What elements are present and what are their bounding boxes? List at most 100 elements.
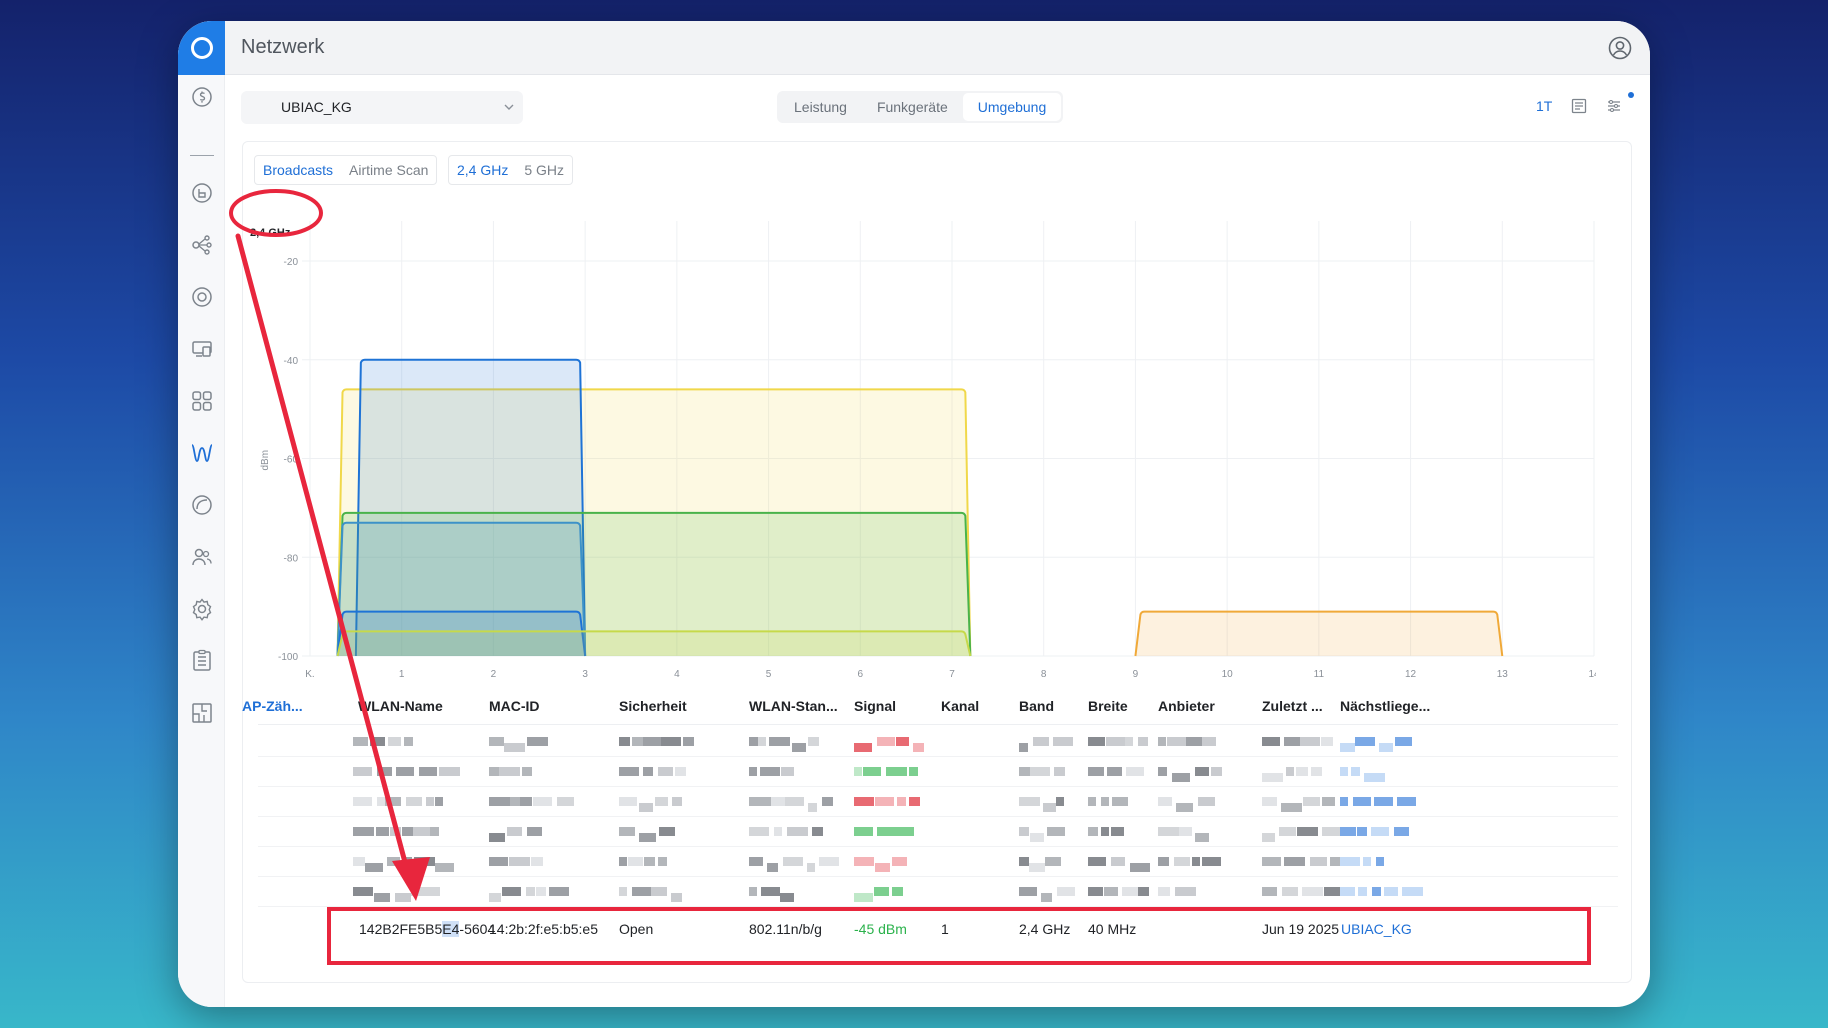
pixelated-cell xyxy=(395,893,411,902)
apps-grid-icon[interactable] xyxy=(190,389,214,413)
col-vendor[interactable]: Anbieter xyxy=(1158,698,1215,714)
pixelated-cell xyxy=(365,863,383,872)
pixelated-cell xyxy=(353,737,368,746)
pixelated-cell xyxy=(1186,887,1196,896)
cell-nearest-ap-link[interactable]: UBIAC_KG xyxy=(1341,921,1412,937)
pixelated-cell xyxy=(1310,857,1327,866)
pixelated-cell xyxy=(387,857,400,866)
pixelated-cell xyxy=(886,767,907,776)
pixelated-cell xyxy=(1355,737,1375,746)
chart-title: 2,4 GHz xyxy=(250,227,291,239)
pixelated-cell xyxy=(1297,827,1318,836)
pixelated-cell xyxy=(402,857,412,866)
table-row[interactable] xyxy=(258,787,1618,817)
x-tick-label: 1 xyxy=(399,669,405,680)
tab-broadcasts[interactable]: Broadcasts xyxy=(255,156,341,184)
tab-airtime-scan[interactable]: Airtime Scan xyxy=(341,156,436,184)
x-tick-label: K. xyxy=(305,669,314,680)
pixelated-cell xyxy=(1019,887,1037,896)
y-tick-label: -20 xyxy=(284,257,299,268)
col-wlan-standard[interactable]: WLAN-Stan... xyxy=(749,698,838,714)
cell-wlan-name[interactable]: 142B2FE5B5E4-5604 xyxy=(359,921,495,937)
pixelated-cell xyxy=(1054,767,1065,776)
col-ap-count[interactable]: AP-Zäh... xyxy=(242,698,303,714)
table-row[interactable] xyxy=(258,817,1618,847)
tab-2-4-ghz[interactable]: 2,4 GHz xyxy=(449,156,516,184)
floorplan-icon[interactable] xyxy=(190,701,214,725)
pixelated-cell xyxy=(1198,797,1215,806)
topology-icon[interactable] xyxy=(190,181,214,205)
pixelated-cell xyxy=(1158,767,1167,776)
tab-5-ghz[interactable]: 5 GHz xyxy=(516,156,572,184)
insights-icon[interactable] xyxy=(190,493,214,517)
pixelated-cell xyxy=(489,767,499,776)
table-row[interactable] xyxy=(258,757,1618,787)
col-band[interactable]: Band xyxy=(1019,698,1054,714)
pixelated-cell xyxy=(619,827,635,836)
pixelated-cell xyxy=(1047,827,1065,836)
pixelated-cell xyxy=(1045,857,1061,866)
col-width[interactable]: Breite xyxy=(1088,698,1128,714)
col-mac-id[interactable]: MAC-ID xyxy=(489,698,540,714)
radio-manager-icon[interactable] xyxy=(190,441,214,465)
pixelated-cell xyxy=(771,797,785,806)
pixelated-cell xyxy=(812,827,823,836)
pixelated-cell xyxy=(419,767,437,776)
table-row-highlighted[interactable]: 142B2FE5B5E4-5604 14:2b:2f:e5:b5:e5 Open… xyxy=(258,909,1618,949)
pixelated-cell xyxy=(1281,803,1302,812)
pixelated-cell xyxy=(522,767,532,776)
wifi-icon[interactable] xyxy=(190,285,214,309)
col-channel[interactable]: Kanal xyxy=(941,698,979,714)
pixelated-cell xyxy=(385,797,401,806)
pixelated-cell xyxy=(1138,887,1149,896)
pixelated-cell xyxy=(1179,827,1192,836)
col-nearest[interactable]: Nächstliege... xyxy=(1340,698,1430,714)
filter-icon[interactable] xyxy=(1606,98,1622,114)
table-row[interactable] xyxy=(258,847,1618,877)
report-icon[interactable] xyxy=(1571,98,1587,114)
pixelated-cell xyxy=(1056,797,1064,806)
pixelated-cell xyxy=(854,743,872,752)
pixelated-cell xyxy=(435,797,443,806)
col-wlan-name[interactable]: WLAN-Name xyxy=(358,698,443,714)
tab-funkgeraete[interactable]: Funkgeräte xyxy=(862,93,963,121)
x-tick-label: 14 xyxy=(1588,669,1596,680)
tab-leistung[interactable]: Leistung xyxy=(779,93,862,121)
pixelated-cell xyxy=(557,797,574,806)
time-range-button[interactable]: 1T xyxy=(1536,98,1552,114)
col-signal[interactable]: Signal xyxy=(854,698,896,714)
pixelated-cell xyxy=(489,833,505,842)
pixelated-cell xyxy=(672,797,682,806)
table-row[interactable] xyxy=(258,877,1618,907)
pixelated-cell xyxy=(892,857,907,866)
cell-last-seen: Jun 19 2025 xyxy=(1262,921,1340,937)
pixelated-cell xyxy=(439,767,460,776)
site-selector[interactable]: UBIAC_KG xyxy=(241,91,523,124)
col-last-seen[interactable]: Zuletzt ... xyxy=(1262,698,1323,714)
col-security[interactable]: Sicherheit xyxy=(619,698,687,714)
table-row[interactable] xyxy=(258,727,1618,757)
dashboard-icon[interactable] xyxy=(190,85,214,109)
pixelated-cell xyxy=(1176,803,1193,812)
pixelated-cell xyxy=(632,887,651,896)
pixelated-cell xyxy=(1340,767,1348,776)
ubiquiti-devices-icon[interactable] xyxy=(190,337,214,361)
pixelated-cell xyxy=(854,857,874,866)
pixelated-cell xyxy=(353,827,374,836)
settings-icon[interactable] xyxy=(190,597,214,621)
pixelated-cell xyxy=(1088,767,1104,776)
pixelated-cell xyxy=(435,863,454,872)
pixelated-cell xyxy=(1357,827,1367,836)
pixelated-cell xyxy=(807,863,815,872)
pixelated-cell xyxy=(377,797,385,806)
pixelated-cell xyxy=(1125,737,1133,746)
logs-icon[interactable] xyxy=(190,649,214,673)
pixelated-cell xyxy=(854,827,873,836)
pixelated-cell xyxy=(819,857,839,866)
clients-icon[interactable] xyxy=(190,545,214,569)
tab-umgebung[interactable]: Umgebung xyxy=(962,93,1062,121)
cell-band: 2,4 GHz xyxy=(1019,921,1071,937)
client-devices-icon[interactable] xyxy=(190,233,214,257)
user-account-icon[interactable] xyxy=(1608,36,1632,60)
ubiquiti-logo-icon[interactable] xyxy=(178,21,225,75)
